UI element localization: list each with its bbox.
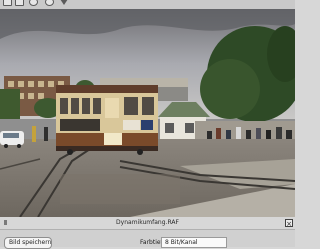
image-title: Dynamikumfang.RAF xyxy=(116,219,179,226)
save-image-button[interactable]: Bild speichern... xyxy=(4,237,52,249)
image-preview[interactable] xyxy=(0,9,295,217)
zoom-icon[interactable] xyxy=(29,0,38,6)
cable-car xyxy=(56,85,158,155)
close-icon[interactable]: × xyxy=(285,219,293,228)
color-depth-select[interactable]: 8 Bit/Kanal xyxy=(161,237,227,248)
warning-icon[interactable] xyxy=(60,0,68,5)
save-icon[interactable] xyxy=(15,0,24,6)
open-icon[interactable] xyxy=(3,0,12,6)
settings-icon[interactable] xyxy=(45,0,54,6)
